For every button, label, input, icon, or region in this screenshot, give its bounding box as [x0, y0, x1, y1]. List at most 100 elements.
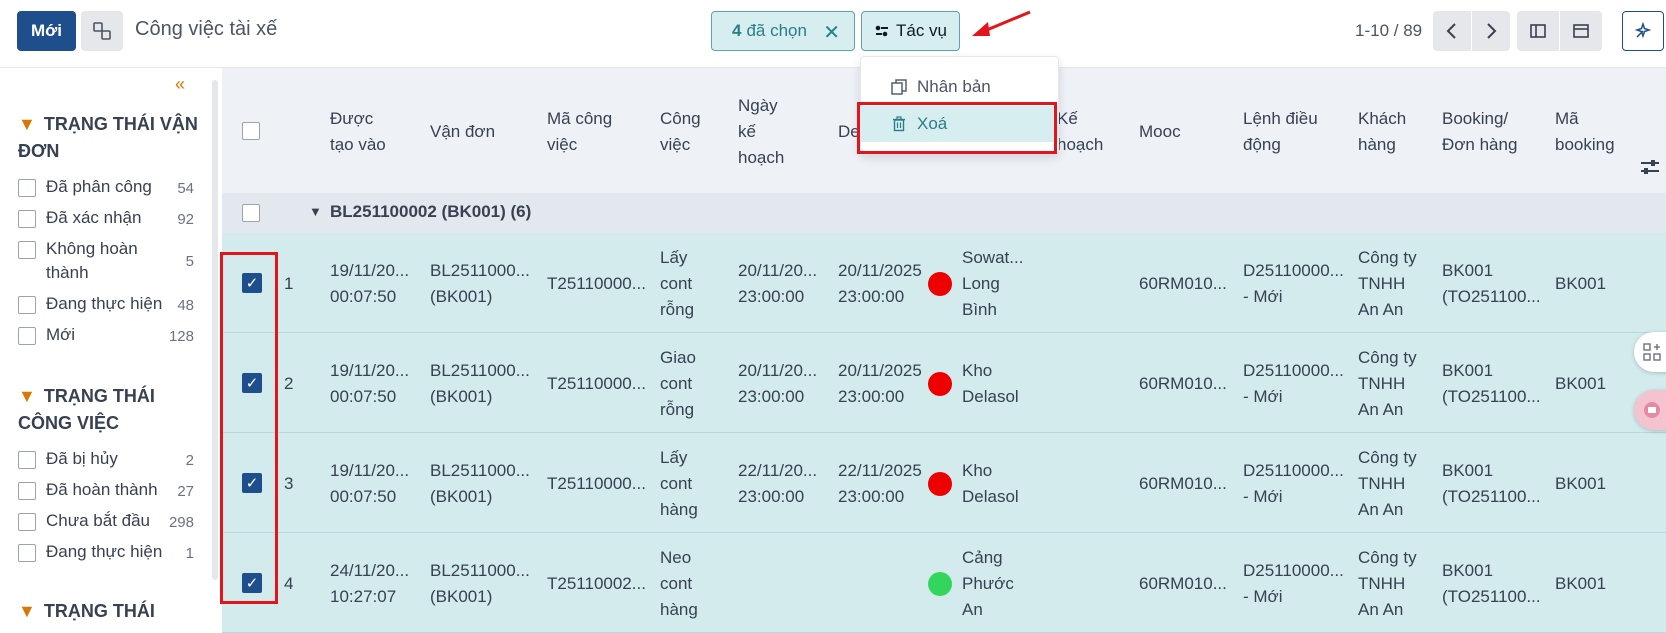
cell-task: hàng — [660, 500, 698, 519]
checkbox[interactable] — [18, 513, 36, 531]
cell-booking-code: BK001 — [1555, 374, 1607, 393]
column-header[interactable]: Vận đơn — [430, 119, 495, 145]
sidebar-scrollbar[interactable] — [212, 80, 218, 580]
cell-plan-date: 22/11/20... — [738, 461, 818, 480]
cell-customer: Công ty — [1358, 348, 1417, 367]
collapse-icon[interactable]: « — [175, 74, 185, 95]
column-header[interactable]: Khách hàng — [1358, 106, 1418, 158]
checkbox[interactable] — [18, 327, 36, 345]
cell-task: cont — [660, 574, 693, 593]
menu-item-label: Nhân bản — [917, 77, 991, 96]
cell-task: Neo — [660, 548, 692, 567]
filter-icon: ▼ — [18, 601, 36, 621]
column-header[interactable]: Kế hoạch — [1057, 106, 1117, 158]
column-header[interactable]: Được tạo vào — [330, 106, 400, 158]
cell-plan-date: 20/11/20... — [738, 361, 818, 380]
cell-bill: BL2511000... — [430, 561, 530, 580]
cell-bill: (BK001) — [430, 287, 493, 306]
pager-next-button[interactable] — [1472, 11, 1510, 51]
cell-customer: TNHH — [1358, 274, 1406, 293]
cell-task: cont — [660, 374, 693, 393]
selected-badge[interactable]: 4 đã chọn ✕ — [711, 11, 855, 51]
caret-down-icon: ▼ — [309, 204, 322, 219]
filter-group-title: ▼ TRẠNG THÁI VẬN ĐƠN — [18, 114, 198, 161]
table-row[interactable]: 1 19/11/20... 00:07:50 BL2511000... (BK001) T… — [222, 233, 1666, 333]
table-row[interactable]: 3 19/11/20... 00:07:50 BL2511000... (BK001) T… — [222, 433, 1666, 533]
view-switch-button[interactable] — [1517, 11, 1559, 51]
cell-customer: TNHH — [1358, 474, 1406, 493]
pager-previous-button[interactable] — [1433, 11, 1471, 51]
cell-task: Giao — [660, 348, 696, 367]
checkbox[interactable] — [18, 451, 36, 469]
cell-location: Delasol — [962, 487, 1019, 506]
sparkle-icon — [1634, 21, 1652, 39]
cell-location: Kho — [962, 461, 993, 480]
checkbox[interactable] — [18, 210, 36, 228]
cell-location: An — [962, 600, 983, 619]
group-checkbox[interactable] — [242, 204, 260, 222]
cell-deadline: 22/11/2025 — [838, 461, 922, 480]
cell-booking: BK001 — [1442, 361, 1494, 380]
checkbox[interactable] — [18, 179, 36, 197]
checkbox[interactable] — [18, 296, 36, 314]
checkbox[interactable] — [18, 241, 36, 259]
cell-booking-code: BK001 — [1555, 474, 1607, 493]
status-dot — [928, 472, 952, 496]
menu-item-duplicate[interactable]: Nhân bản — [861, 69, 1058, 105]
control-panel: Mới Công việc tài xế 4 đã chọn ✕ Tác vụ … — [0, 0, 1666, 68]
cell-created: 00:07:50 — [330, 487, 397, 506]
cell-created: 10:27:07 — [330, 587, 397, 606]
cell-location: Cảng — [962, 548, 1003, 567]
apps-float-button[interactable] — [1634, 332, 1666, 372]
cell-location: Long — [962, 274, 1000, 293]
select-all-checkbox[interactable] — [242, 122, 260, 140]
row-number: 4 — [284, 574, 294, 593]
cell-trailer: 60RM010... — [1139, 274, 1227, 293]
column-header[interactable]: Mã booking — [1555, 106, 1635, 158]
checkbox[interactable] — [18, 482, 36, 500]
selected-count: 4 — [732, 21, 742, 40]
sliders-icon — [875, 25, 888, 37]
actions-button[interactable]: Tác vụ — [861, 11, 960, 51]
side-panel-icon — [1530, 24, 1546, 38]
grid-plus-icon — [1643, 343, 1661, 361]
translate-float-button[interactable] — [1634, 390, 1666, 430]
column-header[interactable]: Ngày kế hoạch — [738, 93, 788, 171]
status-dot — [928, 272, 952, 296]
checkbox[interactable] — [18, 544, 36, 562]
annotation-box — [857, 102, 1057, 154]
group-row[interactable]: ▼ BL251100002 (BK001) (6) — [222, 193, 1666, 233]
settings-button[interactable] — [81, 11, 123, 51]
view-switch-button[interactable] — [1560, 11, 1602, 51]
cell-task: Lấy — [660, 248, 688, 267]
cell-customer: Công ty — [1358, 248, 1417, 267]
cell-bill: (BK001) — [430, 387, 493, 406]
chevron-left-icon — [1446, 23, 1456, 39]
cell-dispatch: D25110000... — [1243, 461, 1344, 480]
search-panel: « ▼ TRẠNG THÁI VẬN ĐƠN Đã phân công 54 Đã … — [0, 68, 222, 633]
close-icon[interactable]: ✕ — [823, 20, 840, 45]
cell-bill: BL2511000... — [430, 361, 530, 380]
cell-created: 24/11/20... — [330, 561, 410, 580]
annotation-box — [220, 252, 278, 604]
cell-dispatch: D25110000... — [1243, 261, 1344, 280]
row-number: 1 — [284, 274, 294, 293]
column-header[interactable]: Booking/ Đơn hàng — [1442, 106, 1532, 158]
selected-label: đã chọn — [746, 21, 807, 40]
cell-customer: An An — [1358, 500, 1404, 519]
filter-icon: ▼ — [18, 386, 36, 406]
new-button[interactable]: Mới — [17, 11, 76, 51]
column-header[interactable]: Công việc — [660, 106, 710, 158]
ai-assist-button[interactable] — [1622, 11, 1664, 51]
optional-columns-icon[interactable] — [1640, 158, 1660, 176]
column-header[interactable]: Lệnh điều động — [1243, 106, 1333, 158]
column-header[interactable]: Mã công việc — [547, 106, 632, 158]
cell-dispatch: - Mới — [1243, 387, 1283, 406]
filter-group-title: ▼ TRẠNG THÁI — [18, 601, 155, 621]
cell-bill: (BK001) — [430, 587, 493, 606]
column-header[interactable]: Mooc — [1139, 119, 1181, 145]
chevron-right-icon — [1487, 23, 1497, 39]
pager-value[interactable]: 1-10 / 89 — [1355, 21, 1422, 41]
table-row[interactable]: 2 19/11/20... 00:07:50 BL2511000... (BK001) T… — [222, 333, 1666, 433]
table-row[interactable]: 4 24/11/20... 10:27:07 BL2511000... (BK001) T… — [222, 533, 1666, 633]
